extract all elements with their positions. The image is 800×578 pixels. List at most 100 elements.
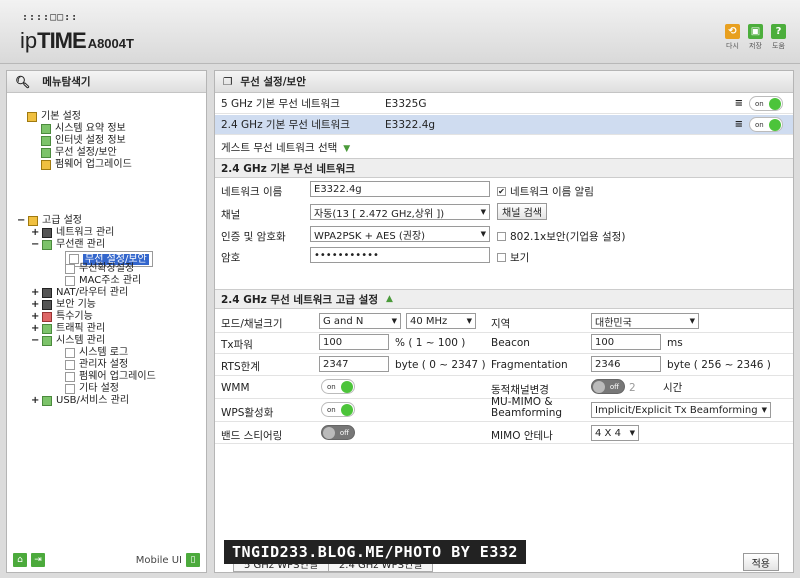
page-title: 무선 설정/보안 — [240, 76, 306, 88]
mumimo-select[interactable]: Implicit/Explicit Tx Beamforming ▼ — [591, 402, 771, 418]
fragmentation-input[interactable]: 2346 — [591, 356, 661, 372]
toggle-5ghz[interactable]: on — [749, 96, 783, 111]
tree-firmware-basic[interactable]: 펌웨어 업그레이드 — [41, 159, 132, 170]
network-name-input[interactable]: E3322.4g — [310, 181, 490, 197]
band-steering-toggle[interactable]: off — [321, 425, 355, 440]
main-panel: ❐ 무선 설정/보안 5 GHz 기본 무선 네트워크 E3325G ≡ on 2… — [214, 70, 794, 573]
brand-logo: ipTIME A8004T — [20, 28, 134, 53]
tree-system-summary[interactable]: 시스템 요약 정보 — [41, 123, 126, 134]
top-header: ::::□□:: ipTIME A8004T ⟲ 다시 ▣ 저장 ? 도움 — [0, 0, 800, 64]
show-password-checkbox[interactable]: 보기 — [497, 250, 529, 265]
main-header: ❐ 무선 설정/보안 — [215, 71, 793, 93]
refresh-icon: ⟲ — [725, 24, 740, 39]
tree-advanced-settings[interactable]: − 고급 설정 — [17, 215, 82, 226]
tree-mac-mgmt[interactable]: MAC주소 관리 — [65, 275, 141, 286]
tool-icon — [42, 311, 52, 322]
tree-security[interactable]: + 보안 기능 — [31, 299, 96, 310]
document-icon — [65, 275, 75, 286]
upgrade-icon — [41, 159, 51, 170]
tree-firmware-upgrade[interactable]: 펌웨어 업그레이드 — [65, 371, 156, 382]
basic-section-header: 2.4 GHz 기본 무선 네트워크 — [215, 158, 793, 178]
guest-network-selector[interactable]: 게스트 무선 네트워크 선택 ▼ — [221, 140, 350, 155]
wifi-icon — [42, 239, 52, 250]
sidebar-header: 🔍︎ 메뉴탐색기 — [7, 71, 206, 93]
band-steering-label: 밴드 스티어링 — [221, 430, 283, 442]
tree-usb-service[interactable]: + USB/서비스 관리 — [31, 395, 129, 406]
network-row-5ghz[interactable]: 5 GHz 기본 무선 네트워크 E3325G ≡ on — [215, 94, 793, 114]
tx-power-input[interactable]: 100 — [319, 334, 389, 350]
tree-system-log[interactable]: 시스템 로그 — [65, 347, 128, 358]
window-icon: ❐ — [223, 75, 233, 88]
home-icon[interactable]: ⌂ — [13, 553, 27, 567]
wifi-icon — [41, 147, 51, 158]
tree-internet-info[interactable]: 인터넷 설정 정보 — [41, 135, 126, 146]
tree-admin-settings[interactable]: 관리자 설정 — [65, 359, 128, 370]
tree-nat-router[interactable]: + NAT/라우터 관리 — [31, 287, 128, 298]
tree-special[interactable]: + 특수기능 — [31, 311, 93, 322]
router-icon — [42, 287, 52, 298]
mode-label: 모드/채널크기 — [221, 318, 283, 330]
dynamic-channel-hours[interactable]: 2 — [629, 382, 636, 394]
save-icon: ▣ — [748, 24, 763, 39]
lock-icon — [42, 299, 52, 310]
document-icon — [65, 263, 75, 274]
tree-misc-settings[interactable]: 기타 설정 — [65, 383, 119, 394]
channel-width-select[interactable]: 40 MHz ▼ — [406, 313, 476, 329]
usb-icon — [42, 395, 52, 406]
mobile-ui-link[interactable]: Mobile UI ▯ — [136, 553, 200, 567]
rts-label: RTS한계 — [221, 361, 260, 373]
channel-label: 채널 — [221, 209, 241, 221]
tree-basic-settings[interactable]: 기본 설정 — [27, 111, 81, 122]
dynamic-channel-toggle[interactable]: off — [591, 379, 625, 394]
channel-select[interactable]: 자동(13 [ 2.472 GHz,상위 ]) ▼ — [310, 204, 490, 220]
logout-icon[interactable]: ⇥ — [31, 553, 45, 567]
chevron-down-icon: ▼ — [480, 208, 486, 216]
tree-wireless-extend[interactable]: 무선확장설정 — [65, 263, 134, 274]
wps-toggle[interactable]: on — [321, 402, 355, 417]
rts-input[interactable]: 2347 — [319, 356, 389, 372]
magnifier-icon: 🔍︎ — [15, 74, 31, 89]
wmm-toggle[interactable]: on — [321, 379, 355, 394]
sidebar: 🔍︎ 메뉴탐색기 기본 설정 시스템 요약 정보 인터넷 설정 정보 무선 설정… — [6, 70, 207, 573]
dynamic-channel-label: 동적채널변경 — [491, 384, 549, 396]
tree-wireless-basic[interactable]: 무선 설정/보안 — [41, 147, 117, 158]
region-select[interactable]: 대한민국 ▼ — [591, 313, 699, 329]
broadcast-checkbox[interactable]: ✔ 네트워크 이름 알림 — [497, 184, 594, 199]
folder-icon — [27, 111, 37, 122]
tree-wlan-mgmt[interactable]: − 무선랜 관리 — [31, 239, 105, 250]
tx-power-label: Tx파워 — [221, 339, 253, 351]
auth-label: 인증 및 암호화 — [221, 231, 286, 243]
apply-button[interactable]: 적용 — [742, 553, 779, 571]
network-icon — [42, 227, 52, 238]
toggle-24ghz[interactable]: on — [749, 117, 783, 132]
triangle-down-icon: ▼ — [343, 144, 351, 154]
help-button[interactable]: ? 도움 — [771, 24, 786, 51]
traffic-icon — [42, 323, 52, 334]
wifi-settings-icon[interactable]: ≡ — [735, 98, 743, 109]
mumimo-label: MU-MIMO & Beamforming — [491, 396, 563, 419]
document-icon — [65, 347, 75, 358]
document-icon — [65, 371, 75, 382]
mimo-antenna-select[interactable]: 4 X 4 ▼ — [591, 425, 639, 441]
channel-search-button[interactable]: 채널 검색 — [497, 203, 547, 220]
wifi-settings-icon[interactable]: ≡ — [735, 119, 743, 130]
fragmentation-label: Fragmentation — [491, 359, 568, 371]
refresh-button[interactable]: ⟲ 다시 — [725, 24, 740, 51]
mobile-icon: ▯ — [186, 553, 200, 567]
triangle-up-icon: ▲ — [386, 294, 393, 304]
chart-icon — [41, 123, 51, 134]
beacon-input[interactable]: 100 — [591, 334, 661, 350]
mode-select[interactable]: G and N ▼ — [319, 313, 401, 329]
auth-select[interactable]: WPA2PSK + AES (권장) ▼ — [310, 226, 490, 242]
tree-system-mgmt[interactable]: − 시스템 관리 — [31, 335, 105, 346]
document-icon — [65, 383, 75, 394]
dot1x-checkbox[interactable]: 802.1x보안(기업용 설정) — [497, 229, 625, 244]
network-row-24ghz[interactable]: 2.4 GHz 기본 무선 네트워크 E3322.4g ≡ on — [215, 115, 793, 135]
advanced-section-header[interactable]: 2.4 GHz 무선 네트워크 고급 설정 ▲ — [215, 289, 793, 309]
tree-traffic[interactable]: + 트래픽 관리 — [31, 323, 105, 334]
password-input[interactable]: ••••••••••• — [310, 247, 490, 263]
tree-network-mgmt[interactable]: + 네트워크 관리 — [31, 227, 114, 238]
save-button[interactable]: ▣ 저장 — [748, 24, 763, 51]
region-label: 지역 — [491, 318, 511, 330]
beacon-label: Beacon — [491, 337, 530, 349]
